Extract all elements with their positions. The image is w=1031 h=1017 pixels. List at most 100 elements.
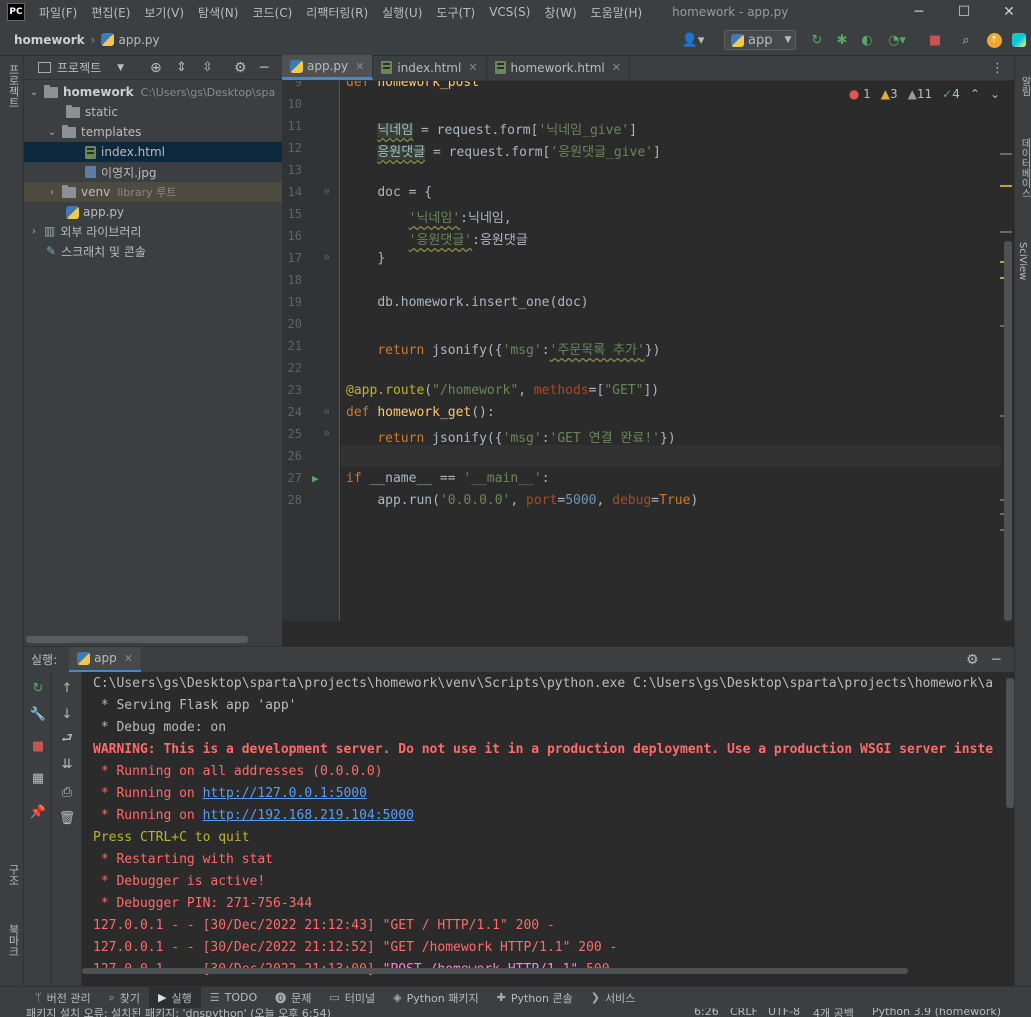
gear-icon[interactable]: ⚙ — [234, 60, 247, 76]
chevron-right-icon[interactable]: › — [28, 226, 40, 237]
project-view-selector[interactable]: 프로젝트 — [57, 59, 101, 76]
menu-edit[interactable]: 편집(E) — [91, 4, 130, 21]
warning-stripe-mark[interactable] — [1000, 185, 1012, 187]
stop-icon[interactable]: ■ — [28, 736, 48, 756]
scroll-to-end-icon[interactable]: ⇊ — [57, 754, 77, 774]
wrench-icon[interactable]: 🔧 — [28, 704, 48, 724]
update-icon[interactable]: ↑ — [985, 31, 1003, 49]
notifications-tool-tab[interactable]: 알림 — [1017, 76, 1031, 96]
debug-icon[interactable]: ✱ — [833, 31, 851, 49]
tree-item-image[interactable]: 이영지.jpg — [24, 162, 282, 182]
python-interpreter[interactable]: Python 3.9 (homework) — [872, 1008, 1001, 1017]
tree-item-homework[interactable]: ⌄ homework C:\Users\gs\Desktop\spa — [24, 82, 282, 102]
menu-help[interactable]: 도움말(H) — [591, 4, 643, 21]
gear-icon[interactable]: ⚙ — [966, 652, 979, 668]
close-tab-icon[interactable]: ✕ — [124, 652, 133, 665]
toolwindow-todo[interactable]: ☰ TODO — [201, 987, 266, 1009]
menu-tools[interactable]: 도구(T) — [436, 4, 475, 21]
indent-setting[interactable]: 4개 공백 — [813, 1008, 854, 1017]
weak-warning-count[interactable]: ▲11 — [908, 87, 933, 101]
tree-item-scratches[interactable]: ✎ 스크래치 및 콘솔 — [24, 241, 282, 261]
run-console[interactable]: C:\Users\gs\Desktop\sparta\projects\home… — [82, 672, 1014, 976]
ok-count[interactable]: ✓4 — [942, 87, 960, 101]
run-gutter-icon[interactable]: ▶ — [312, 472, 319, 485]
editor-vscrollbar[interactable] — [1004, 241, 1012, 621]
tree-item-static[interactable]: static — [24, 102, 282, 122]
hide-panel-icon[interactable]: ─ — [992, 652, 1000, 668]
arrow-up-icon[interactable]: ↑ — [57, 678, 77, 698]
menu-refactor[interactable]: 리팩터링(R) — [306, 4, 368, 21]
rerun-icon[interactable]: ↻ — [808, 31, 826, 49]
menu-code[interactable]: 코드(C) — [252, 4, 292, 21]
menu-file[interactable]: 파일(F) — [39, 4, 77, 21]
console-link-localhost[interactable]: http://127.0.0.1:5000 — [203, 786, 367, 801]
menu-window[interactable]: 창(W) — [544, 4, 576, 21]
error-count[interactable]: ● 1 — [849, 87, 871, 101]
toolwindow-vcs[interactable]: ᛘ 버전 관리 — [26, 987, 100, 1009]
run-tab-app[interactable]: app ✕ — [69, 646, 141, 673]
tree-item-templates[interactable]: ⌄ templates — [24, 122, 282, 142]
fold-icon[interactable]: ⊖ — [324, 429, 329, 439]
code-with-me-icon[interactable] — [1010, 31, 1028, 49]
more-tabs-icon[interactable]: ⋮ — [991, 61, 1004, 76]
tab-homework-html[interactable]: homework.html ✕ — [487, 55, 630, 80]
close-tab-icon[interactable]: ✕ — [612, 61, 621, 74]
status-message[interactable]: 패키지 설치 오류: 설치된 패키지: 'dnspython' (오늘 오후 6… — [26, 1008, 331, 1017]
breadcrumb-project[interactable]: homework — [14, 33, 85, 47]
toolwindow-find[interactable]: ⌕ 찾기 — [100, 987, 149, 1009]
toolwindow-services[interactable]: ❯ 서비스 — [582, 987, 645, 1009]
error-stripe-mark[interactable] — [1000, 231, 1012, 233]
search-icon[interactable]: ⌕ — [957, 31, 975, 49]
toolwindow-problems[interactable]: ⓿ 문제 — [266, 987, 320, 1009]
minimize-icon[interactable]: ─ — [897, 0, 941, 24]
rerun-icon[interactable]: ↻ — [28, 678, 48, 698]
code-editor[interactable]: 9 10 11 12 13 14 15 16 17 18 19 20 21 22… — [282, 81, 1014, 621]
print-icon[interactable]: ⎙ — [57, 782, 77, 802]
hide-panel-icon[interactable]: ─ — [260, 60, 268, 76]
console-hscrollbar[interactable] — [82, 968, 908, 974]
chevron-down-icon[interactable]: ⌄ — [28, 87, 40, 98]
database-tool-tab[interactable]: 데이터베이스 — [1017, 138, 1031, 198]
coverage-icon[interactable]: ◐ — [858, 31, 876, 49]
menu-run[interactable]: 실행(U) — [382, 4, 422, 21]
menu-navigate[interactable]: 탐색(N) — [198, 4, 238, 21]
chevron-down-icon[interactable]: ⌄ — [46, 127, 58, 138]
toolwindow-terminal[interactable]: ▭ 터미널 — [320, 987, 384, 1009]
fold-icon[interactable]: ⊖ — [324, 187, 329, 197]
breadcrumb-file[interactable]: app.py — [118, 33, 159, 47]
inspection-widget[interactable]: ● 1 ▲3 ▲11 ✓4 ⌃ ⌄ — [849, 87, 1000, 101]
bookmarks-tool-tab[interactable]: 북마크 — [5, 924, 21, 957]
project-tool-tab[interactable]: 프로젝트 — [5, 64, 21, 108]
warning-count[interactable]: ▲3 — [881, 87, 898, 101]
chevron-right-icon[interactable]: › — [46, 187, 58, 198]
fold-icon[interactable]: ⊖ — [324, 253, 329, 263]
stop-icon[interactable]: ■ — [926, 31, 944, 49]
sciview-tool-tab[interactable]: SciView — [1017, 242, 1028, 280]
locate-icon[interactable]: ⊕ — [150, 60, 162, 76]
toolwindow-python-packages[interactable]: ◈ Python 패키지 — [384, 987, 487, 1009]
tree-item-app-py[interactable]: app.py — [24, 202, 282, 222]
caret-position[interactable]: 6:26 — [694, 1008, 719, 1017]
chevron-down-icon[interactable]: ▼ — [117, 63, 124, 73]
close-tab-icon[interactable]: ✕ — [468, 61, 477, 74]
toolwindow-run[interactable]: ▶ 실행 — [149, 986, 201, 1009]
arrow-down-icon[interactable]: ↓ — [57, 704, 77, 724]
project-hscrollbar[interactable] — [26, 636, 248, 643]
previous-highlight-icon[interactable]: ⌃ — [970, 87, 980, 101]
close-tab-icon[interactable]: ✕ — [355, 60, 364, 73]
layout-icon[interactable]: ▦ — [28, 768, 48, 788]
soft-wrap-icon[interactable]: ⮐ — [57, 730, 77, 750]
run-config-selector[interactable]: app ▼ — [724, 30, 796, 50]
close-window-icon[interactable]: ✕ — [987, 0, 1031, 24]
menu-vcs[interactable]: VCS(S) — [489, 5, 530, 19]
tree-item-index-html[interactable]: index.html — [24, 142, 282, 162]
next-highlight-icon[interactable]: ⌄ — [990, 87, 1000, 101]
profile-icon[interactable]: ◔▾ — [884, 31, 910, 49]
tree-item-external-libraries[interactable]: › ▥ 외부 라이브러리 — [24, 221, 282, 241]
tab-app-py[interactable]: app.py ✕ — [282, 55, 374, 80]
pin-icon[interactable]: 📌 — [28, 802, 48, 822]
toolwindow-python-console[interactable]: ✚ Python 콘솔 — [488, 987, 582, 1009]
fold-icon[interactable]: ⊖ — [324, 407, 329, 417]
error-stripe-mark[interactable] — [1000, 153, 1012, 155]
user-icon[interactable]: 👤▾ — [680, 31, 706, 49]
